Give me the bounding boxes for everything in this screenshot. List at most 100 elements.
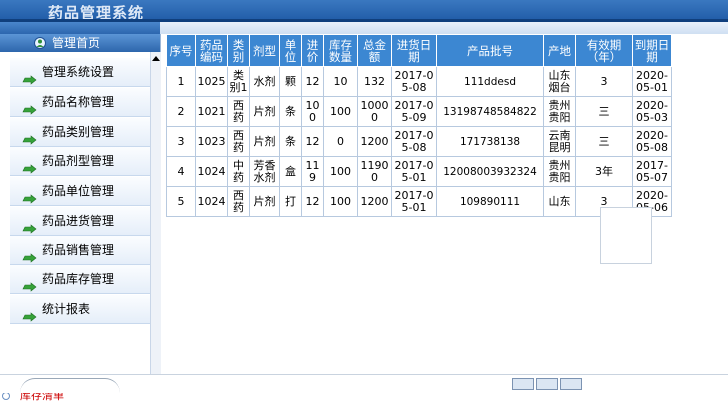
table-cell: 100 xyxy=(323,156,358,187)
column-header[interactable]: 剂型 xyxy=(249,34,280,67)
green-arrow-icon xyxy=(22,97,44,115)
table-cell: 1025 xyxy=(195,66,228,97)
column-header[interactable]: 进货日期 xyxy=(391,34,437,67)
main-content: 序号 药品编码 类别 剂型 单位 进价 库存数量 总金额 进货日期 产品批号 产地 有效期（年） 到期日… xyxy=(166,34,728,374)
sidebar-item[interactable]: 药品库存管理 xyxy=(10,265,150,294)
tool-button[interactable] xyxy=(560,378,582,390)
circle-bullet-icon xyxy=(2,392,10,400)
tool-button[interactable] xyxy=(536,378,558,390)
table-cell: 西药 xyxy=(227,186,250,217)
table-cell: 2017-05-01 xyxy=(391,156,437,187)
table-row[interactable]: 2 1021 西药 片剂条 100 100 10000 2017-05-09 131987485… xyxy=(166,96,672,127)
table-cell: 2017-05-08 xyxy=(391,126,437,157)
column-header[interactable]: 类别 xyxy=(227,34,250,67)
table-cell: 打 xyxy=(279,186,302,217)
column-header[interactable]: 单位 xyxy=(279,34,302,67)
green-arrow-icon xyxy=(22,216,44,234)
table-cell: 119 xyxy=(301,156,324,187)
column-header[interactable]: 药品编码 xyxy=(195,34,228,67)
table-cell: 贵州贵阳 xyxy=(543,96,576,127)
sidebar-item[interactable]: 药品销售管理 xyxy=(10,236,150,265)
table-cell: 5 xyxy=(166,186,196,217)
column-header[interactable]: 产地 xyxy=(543,34,576,67)
sidebar-item-label: 药品库存管理 xyxy=(42,272,115,286)
table-cell: 2017-05-09 xyxy=(391,96,437,127)
sidebar-item[interactable]: 药品进货管理 xyxy=(10,207,150,236)
top-banner: 药品管理系统 xyxy=(0,0,728,22)
bottom-curve xyxy=(20,378,120,393)
table-cell: 2020-05-03 xyxy=(632,96,672,127)
table-body: 1 1025 类别1 水剂颗 12 10 132 2017-05-08 111ddesd 山东烟台… xyxy=(166,66,672,217)
scroll-up-arrow-icon[interactable] xyxy=(152,56,160,61)
sidebar-item[interactable]: 药品类别管理 xyxy=(10,118,150,147)
table-cell: 条 xyxy=(279,126,302,157)
green-arrow-icon xyxy=(22,67,44,85)
table-cell: 2020-05-01 xyxy=(632,66,672,97)
table-cell: 1023 xyxy=(195,126,228,157)
table-row[interactable]: 1 1025 类别1 水剂颗 12 10 132 2017-05-08 111ddesd 山东烟台… xyxy=(166,66,672,97)
table-cell: 盒 xyxy=(279,156,302,187)
table-cell: 3年 xyxy=(575,156,633,187)
table-cell: 颗 xyxy=(279,66,302,97)
sidebar-menu: 管理系统设置 药品名称管理 药品类别管理 药品剂型管理 药品单位管理 药品进货管理 药品销售… xyxy=(10,52,150,402)
table-cell: 西药 xyxy=(227,96,250,127)
column-header[interactable]: 序号 xyxy=(166,34,196,67)
column-header[interactable]: 总金额 xyxy=(357,34,392,67)
table-cell: 100 xyxy=(301,96,324,127)
table-cell: 1021 xyxy=(195,96,228,127)
column-header[interactable]: 有效期（年） xyxy=(575,34,633,67)
table-cell: 片剂 xyxy=(249,126,280,157)
table-row[interactable]: 4 1024 中药 芳香水剂盒 119 100 11900 2017-05-01 1200800… xyxy=(166,156,672,187)
table-cell: 3 xyxy=(166,126,196,157)
table-cell: 1200 xyxy=(357,186,392,217)
column-header[interactable]: 产品批号 xyxy=(436,34,544,67)
sidebar-item[interactable]: 药品名称管理 xyxy=(10,88,150,117)
table-cell: 111ddesd xyxy=(436,66,544,97)
table-cell: 1024 xyxy=(195,186,228,217)
column-header[interactable]: 到期日期 xyxy=(632,34,672,67)
table-cell: 132 xyxy=(357,66,392,97)
table-cell: 2 xyxy=(166,96,196,127)
column-header[interactable]: 进价 xyxy=(301,34,324,67)
sidebar-item-label: 统计报表 xyxy=(42,302,91,316)
green-arrow-icon xyxy=(22,156,44,174)
table-cell: 11900 xyxy=(357,156,392,187)
table-cell: 水剂 xyxy=(249,66,280,97)
table-cell: 贵州贵阳 xyxy=(543,156,576,187)
table-cell: 12 xyxy=(301,126,324,157)
table-cell: 三 xyxy=(575,96,633,127)
table-cell: 10000 xyxy=(357,96,392,127)
table-cell: 2017-05-07 xyxy=(632,156,672,187)
table-cell: 类别1 xyxy=(227,66,250,97)
table-cell: 西药 xyxy=(227,126,250,157)
sidebar-item[interactable]: 统计报表 xyxy=(10,295,150,324)
sidebar-home-label: 管理首页 xyxy=(52,36,101,50)
green-arrow-icon xyxy=(22,127,44,145)
table-cell: 三 xyxy=(575,126,633,157)
sidebar-item[interactable]: 管理系统设置 xyxy=(10,58,150,87)
column-header[interactable]: 库存数量 xyxy=(323,34,358,67)
sidebar-item[interactable]: 药品剂型管理 xyxy=(10,147,150,176)
table-cell: 2017-05-01 xyxy=(391,186,437,217)
table-cell: 中药 xyxy=(227,156,250,187)
table-cell: 2020-05-08 xyxy=(632,126,672,157)
table-cell: 2017-05-08 xyxy=(391,66,437,97)
sidebar-home[interactable]: 管理首页 xyxy=(0,34,160,52)
table-cell: 13198748584822 xyxy=(436,96,544,127)
table-cell: 0 xyxy=(323,126,358,157)
popup-overlay xyxy=(600,207,652,264)
table-cell: 10 xyxy=(323,66,358,97)
table-row[interactable]: 5 1024 西药 片剂打 12 100 1200 2017-05-01 109890111 山东… xyxy=(166,186,672,217)
bottom-tools xyxy=(440,377,700,391)
table-cell: 12 xyxy=(301,66,324,97)
table-cell: 山东烟台 xyxy=(543,66,576,97)
table-row[interactable]: 3 1023 西药 片剂条 12 0 1200 2017-05-08 171738138 云南昆明… xyxy=(166,126,672,157)
bottom-bar xyxy=(0,374,728,393)
sidebar-item[interactable]: 药品单位管理 xyxy=(10,177,150,206)
sidebar-scrollbar[interactable] xyxy=(150,52,161,392)
table-cell: 109890111 xyxy=(436,186,544,217)
table-cell: 100 xyxy=(323,186,358,217)
tool-button[interactable] xyxy=(512,378,534,390)
sub-banner xyxy=(0,22,728,34)
table-cell: 12 xyxy=(301,186,324,217)
